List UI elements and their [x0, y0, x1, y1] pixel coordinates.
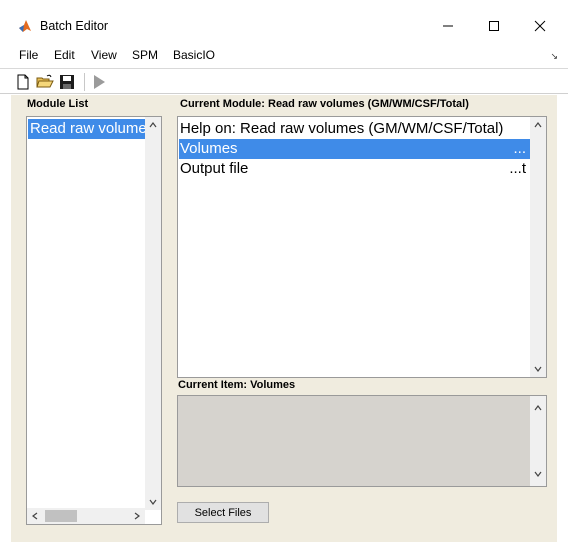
scroll-up-icon[interactable] — [530, 400, 546, 416]
current-module-vscroll[interactable] — [530, 117, 546, 377]
menu-bar: File Edit View SPM BasicIO ↘ — [0, 45, 568, 67]
scroll-down-icon[interactable] — [145, 494, 161, 510]
scroll-right-icon[interactable] — [129, 508, 145, 524]
module-list-hscroll[interactable] — [27, 508, 145, 524]
module-list[interactable]: Read raw volumes (GM/WM/CSF/Total) — [26, 116, 162, 525]
close-button[interactable] — [528, 16, 552, 36]
module-list-label: Module List — [27, 98, 89, 110]
current-item-help — [177, 395, 547, 487]
volumes-row-value: ... — [513, 140, 526, 157]
current-module-list[interactable]: Help on: Read raw volumes (GM/WM/CSF/Tot… — [177, 116, 547, 378]
menu-edit[interactable]: Edit — [54, 48, 75, 62]
open-icon[interactable] — [36, 73, 54, 91]
menu-spm[interactable]: SPM — [132, 48, 158, 62]
save-icon[interactable] — [58, 73, 76, 91]
select-files-button[interactable]: Select Files — [177, 502, 269, 523]
output-file-row-text: Output file — [180, 160, 249, 177]
current-item-label: Current Item: Volumes — [178, 379, 296, 391]
current-item-vscroll[interactable] — [530, 396, 546, 486]
scroll-up-icon[interactable] — [145, 117, 161, 133]
menu-basicio[interactable]: BasicIO — [173, 48, 215, 62]
main-panel: Module List Current Module: Read raw vol… — [11, 95, 557, 542]
toolbar-separator — [84, 73, 85, 91]
module-list-vscroll[interactable] — [145, 117, 161, 510]
window-title: Batch Editor — [40, 19, 109, 33]
new-icon[interactable] — [14, 73, 32, 91]
volumes-row-text: Volumes — [180, 140, 238, 157]
menu-file[interactable]: File — [19, 48, 38, 62]
menu-view[interactable]: View — [91, 48, 117, 62]
run-icon[interactable] — [90, 73, 108, 91]
scroll-down-icon[interactable] — [530, 466, 546, 482]
current-module-label: Current Module: Read raw volumes (GM/WM/… — [180, 98, 469, 110]
matlab-logo-icon — [18, 19, 32, 33]
output-file-row-value: ...t — [509, 160, 526, 177]
menu-overflow-icon[interactable]: ↘ — [550, 51, 558, 62]
minimize-button[interactable] — [436, 16, 460, 36]
batch-editor-window: Batch Editor File Edit View SPM BasicIO … — [0, 0, 568, 542]
maximize-button[interactable] — [482, 16, 506, 36]
output-file-row[interactable]: Output file ...t — [179, 159, 530, 179]
module-list-item[interactable]: Read raw volumes (GM/WM/CSF/Total) — [28, 119, 146, 139]
scroll-down-icon[interactable] — [530, 361, 546, 377]
scroll-left-icon[interactable] — [27, 508, 43, 524]
help-row-text: Help on: Read raw volumes (GM/WM/CSF/Tot… — [180, 120, 504, 137]
hscroll-thumb[interactable] — [45, 510, 77, 522]
volumes-row[interactable]: Volumes ... — [179, 139, 530, 159]
help-row[interactable]: Help on: Read raw volumes (GM/WM/CSF/Tot… — [179, 119, 530, 139]
toolbar — [0, 68, 568, 94]
title-bar: Batch Editor — [0, 0, 568, 38]
scroll-up-icon[interactable] — [530, 117, 546, 133]
